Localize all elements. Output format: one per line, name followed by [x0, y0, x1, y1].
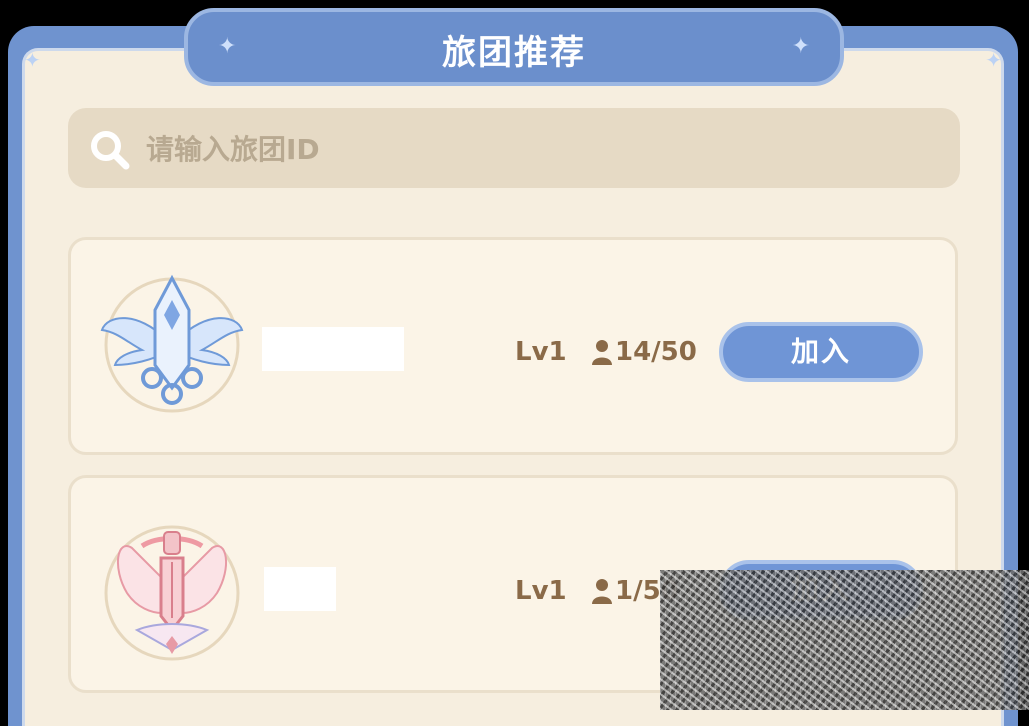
- corner-sparkle-icon: ✦: [985, 48, 1002, 72]
- ice-wings-emblem-icon: [100, 274, 244, 413]
- sparkle-icon: ✦: [791, 34, 810, 59]
- noise-overlay: [660, 570, 1029, 710]
- guild-name-field: [262, 327, 404, 371]
- person-icon: [592, 340, 612, 365]
- person-icon: [592, 579, 612, 604]
- member-count-text: 14/50: [615, 337, 697, 367]
- corner-sparkle-icon: ✦: [24, 48, 41, 72]
- guild-card: Lv1 14/50 加入: [68, 237, 958, 455]
- sword-wings-emblem-icon: [104, 525, 240, 661]
- title-banner: ✦ 旅团推荐 ✦: [184, 8, 844, 86]
- guild-level: Lv1: [515, 576, 567, 606]
- guild-name-field: [264, 567, 336, 611]
- search-bar: [68, 108, 960, 188]
- page-title: 旅团推荐: [442, 33, 586, 73]
- search-icon[interactable]: [88, 128, 132, 172]
- guild-level: Lv1: [515, 337, 567, 367]
- join-button[interactable]: 加入: [719, 322, 923, 382]
- search-input[interactable]: [144, 126, 928, 172]
- member-count: 14/50: [591, 337, 697, 367]
